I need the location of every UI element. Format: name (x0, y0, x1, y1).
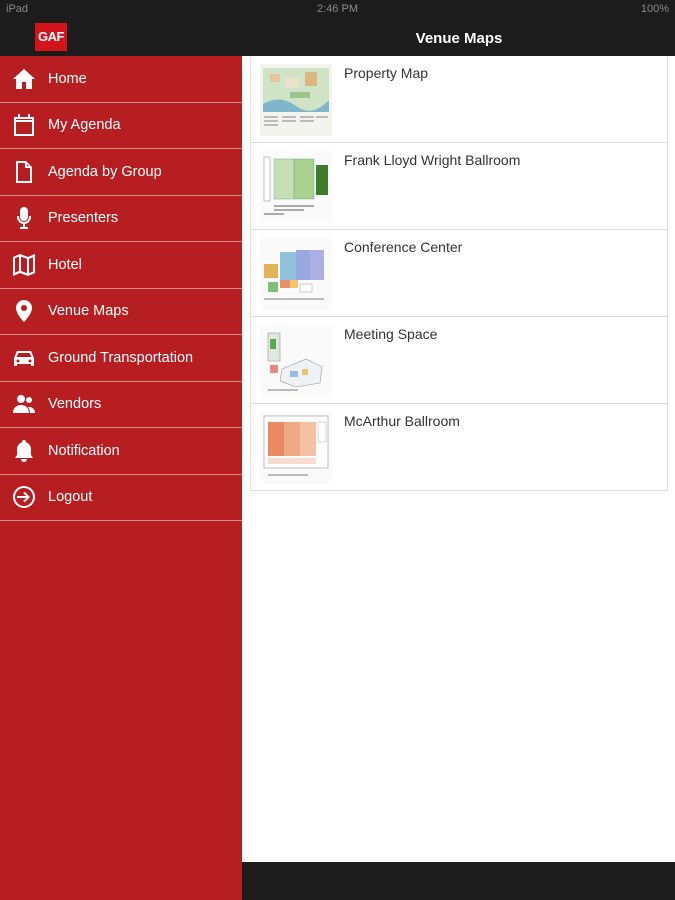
property-map-thumbnail (260, 64, 332, 136)
sidebar-item-hotel[interactable]: Hotel (0, 242, 242, 289)
gaf-logo: GAF (35, 23, 67, 51)
list-item-conference-center[interactable]: Conference Center (250, 230, 668, 317)
map-title: Frank Lloyd Wright Ballroom (344, 152, 521, 168)
sidebar-item-my-agenda[interactable]: My Agenda (0, 103, 242, 149)
map-title: Meeting Space (344, 326, 438, 342)
sidebar-item-label: Vendors (48, 396, 102, 413)
sidebar: Home My Agenda Agenda by Group Presenter… (0, 56, 242, 900)
battery-label: 100% (640, 3, 669, 15)
list-item-meeting-space[interactable]: Meeting Space (250, 317, 668, 404)
sidebar-item-label: Ground Transportation (48, 349, 194, 366)
clock-label: 2:46 PM (317, 3, 358, 15)
sidebar-item-label: Logout (48, 489, 93, 506)
car-icon (11, 345, 37, 371)
sidebar-item-home[interactable]: Home (0, 56, 242, 103)
status-bar: iPad 2:46 PM 100% (0, 0, 675, 20)
sidebar-item-venue-maps[interactable]: Venue Maps (0, 289, 242, 335)
sidebar-item-presenters[interactable]: Presenters (0, 196, 242, 242)
ballroom-floorplan-thumbnail (260, 151, 332, 223)
sidebar-item-label: Hotel (48, 256, 82, 273)
map-list: Property Map Frank Lloyd Wright Ballroom (250, 56, 668, 491)
document-icon (11, 159, 37, 185)
location-pin-icon (11, 298, 37, 324)
list-item-property-map[interactable]: Property Map (250, 56, 668, 143)
microphone-icon (11, 205, 37, 231)
sidebar-item-agenda-by-group[interactable]: Agenda by Group (0, 149, 242, 196)
sidebar-item-label: Venue Maps (48, 303, 129, 320)
sidebar-item-ground-transportation[interactable]: Ground Transportation (0, 335, 242, 382)
users-icon (11, 391, 37, 417)
map-title: Property Map (344, 65, 429, 81)
venue-maps-panel: Property Map Frank Lloyd Wright Ballroom (242, 56, 675, 862)
home-icon (11, 66, 37, 92)
calendar-icon (11, 112, 37, 138)
sidebar-item-label: Presenters (48, 210, 119, 227)
map-icon (11, 252, 37, 278)
top-bar: iPad 2:46 PM 100% GAF Venue Maps (0, 0, 675, 56)
conference-center-thumbnail (260, 238, 332, 310)
bottom-bar (242, 862, 675, 900)
sidebar-item-vendors[interactable]: Vendors (0, 382, 242, 428)
sidebar-item-label: My Agenda (48, 117, 121, 134)
mcarthur-ballroom-thumbnail (260, 412, 332, 484)
sidebar-item-logout[interactable]: Logout (0, 475, 242, 521)
map-title: Conference Center (344, 239, 463, 255)
list-item-frank-lloyd-wright-ballroom[interactable]: Frank Lloyd Wright Ballroom (250, 143, 668, 230)
logout-icon (11, 484, 37, 510)
bell-icon (11, 438, 37, 464)
page-title: Venue Maps (415, 30, 503, 47)
meeting-space-thumbnail (260, 325, 332, 397)
sidebar-item-label: Notification (48, 442, 120, 459)
sidebar-item-label: Home (48, 70, 87, 87)
map-title: McArthur Ballroom (344, 413, 460, 429)
sidebar-item-notification[interactable]: Notification (0, 428, 242, 475)
list-item-mcarthur-ballroom[interactable]: McArthur Ballroom (250, 404, 668, 491)
sidebar-item-label: Agenda by Group (48, 163, 162, 180)
